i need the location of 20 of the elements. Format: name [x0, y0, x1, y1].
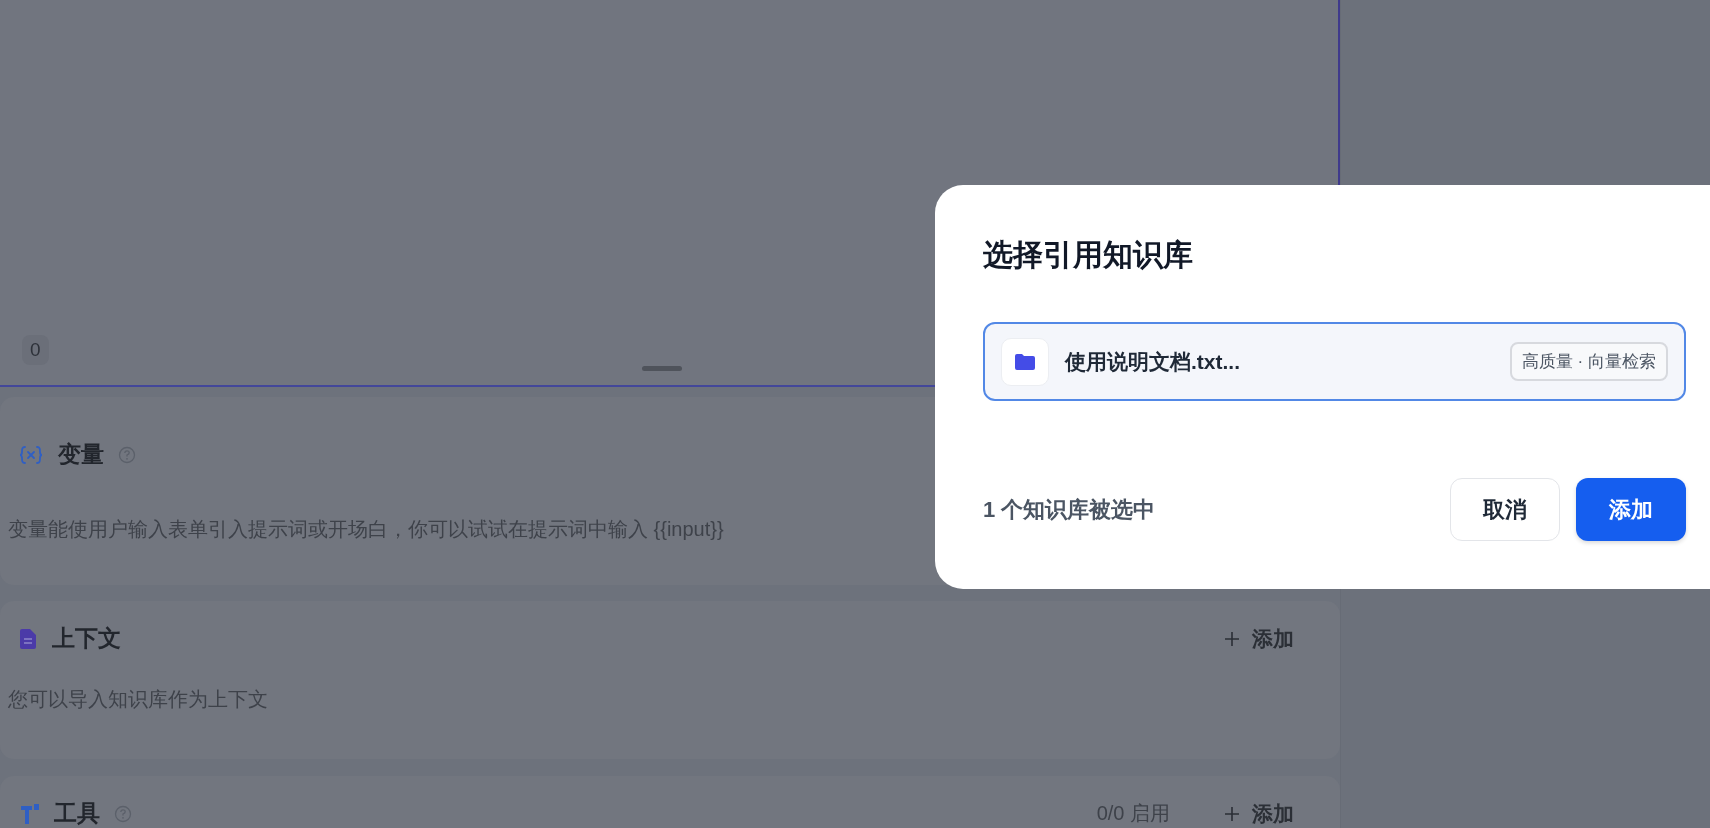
tool-icon — [18, 801, 40, 826]
add-button[interactable]: 添加 — [1576, 478, 1686, 541]
resize-handle[interactable] — [642, 366, 682, 371]
folder-icon — [1014, 352, 1036, 371]
add-button[interactable]: 添加 — [1224, 799, 1294, 828]
add-button[interactable]: 添加 — [1224, 624, 1294, 653]
section-title: 变量 — [58, 440, 104, 469]
selection-summary: 1 个知识库被选中 — [983, 495, 1157, 524]
section-title: 工具 — [54, 799, 100, 828]
knowledge-base-name: 使用说明文档.txt... — [1065, 348, 1241, 375]
section-title: 上下文 — [52, 624, 121, 653]
character-count: 0 — [22, 335, 49, 365]
plus-icon — [1224, 805, 1240, 822]
document-icon — [18, 626, 38, 651]
dialog-title: 选择引用知识库 — [983, 237, 1194, 273]
plus-icon — [1224, 630, 1240, 647]
cancel-button[interactable]: 取消 — [1450, 478, 1560, 541]
knowledge-base-item[interactable]: 使用说明文档.txt... 高质量 · 向量检索 — [983, 322, 1686, 401]
variable-icon — [18, 443, 44, 466]
index-mode-tag: 高质量 · 向量检索 — [1509, 342, 1668, 381]
